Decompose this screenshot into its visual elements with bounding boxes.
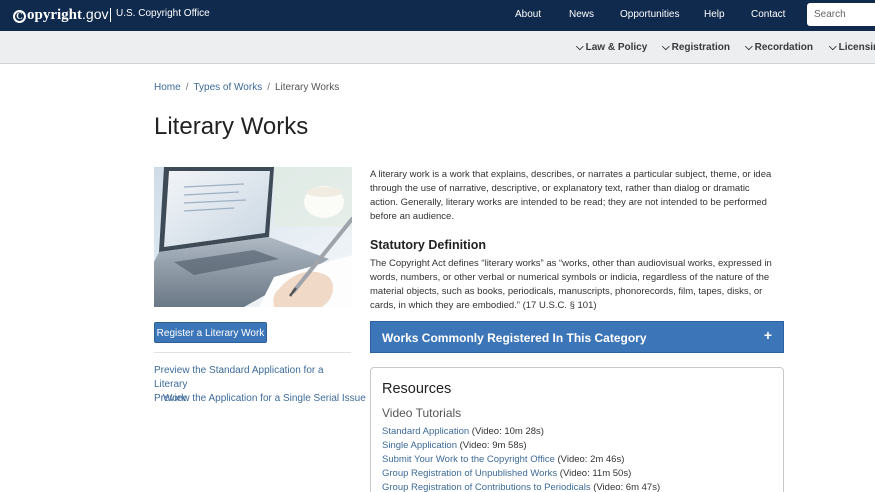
video-link[interactable]: Submit Your Work to the Copyright Office: [382, 454, 555, 465]
video-duration: (Video: 11m 50s): [557, 468, 632, 479]
video-duration: (Video: 9m 58s): [457, 440, 527, 451]
chevron-down-icon: ⌵: [829, 42, 837, 53]
nav-contact[interactable]: Contact: [751, 9, 785, 21]
subnav-label: Registration: [671, 42, 730, 53]
list-item: Group Registration of Unpublished Works …: [382, 468, 631, 480]
accordion-label: Works Commonly Registered In This Catego…: [382, 331, 647, 345]
breadcrumb-separator: /: [267, 82, 270, 93]
video-link[interactable]: Group Registration of Unpublished Works: [382, 468, 557, 479]
copyright-gov-logo[interactable]: Copyright.gov: [13, 6, 108, 23]
nav-news[interactable]: News: [569, 9, 594, 21]
page-title: Literary Works: [154, 113, 309, 140]
logo-divider: [110, 8, 111, 22]
video-duration: (Video: 2m 46s): [554, 454, 625, 465]
statutory-definition-heading: Statutory Definition: [370, 238, 486, 252]
chevron-down-icon: ⌵: [576, 42, 584, 53]
breadcrumb-separator: /: [185, 82, 189, 93]
subnav-recordation[interactable]: ⌵ Recordation: [745, 42, 813, 54]
subnav-label: Law & Policy: [585, 42, 648, 53]
intro-paragraph: A literary work is a work that explains,…: [370, 169, 772, 222]
chevron-down-icon: ⌵: [662, 42, 670, 53]
logo-text: opyright: [27, 7, 83, 23]
subnav-label: Recordation: [754, 42, 813, 53]
list-item: Standard Application (Video: 10m 28s): [382, 426, 544, 438]
plus-icon: +: [763, 327, 772, 343]
nav-about[interactable]: About: [515, 9, 541, 21]
copyright-c-icon: C: [13, 10, 26, 23]
top-navbar: Copyright.gov U.S. Copyright Office Abou…: [0, 0, 875, 31]
subnav-licensing[interactable]: ⌵Licensing: [829, 42, 875, 54]
breadcrumb-current: Literary Works: [274, 82, 340, 93]
divider: [154, 352, 351, 353]
register-literary-work-button[interactable]: Register a Literary Work: [154, 322, 267, 343]
list-item: Single Application (Video: 9m 58s): [382, 440, 527, 452]
nav-help[interactable]: Help: [704, 9, 725, 21]
video-duration: (Video: 10m 28s): [469, 426, 544, 437]
preview-single-serial-link[interactable]: Preview the Application for a Single Ser…: [154, 392, 366, 406]
office-name[interactable]: U.S. Copyright Office: [116, 8, 210, 20]
search-input[interactable]: [807, 3, 875, 26]
logo-gov-text: .gov: [82, 6, 109, 22]
video-link[interactable]: Group Registration of Contributions to P…: [382, 482, 591, 492]
breadcrumb-types-of-works[interactable]: Types of Works: [193, 82, 262, 93]
resources-card: Resources Video Tutorials Standard Appli…: [370, 367, 784, 492]
video-link[interactable]: Single Application: [382, 440, 457, 451]
secondary-navbar: ⌵ Law & Policy ⌵ Registration ⌵ Recordation…: [0, 31, 875, 64]
breadcrumb: Home / Types of Works / Literary Works: [154, 82, 339, 94]
breadcrumb-home[interactable]: Home: [154, 82, 181, 93]
works-category-accordion[interactable]: Works Commonly Registered In This Catego…: [370, 321, 784, 353]
hero-image: [154, 167, 352, 307]
subnav-label: Licensing: [838, 42, 875, 53]
video-tutorials-heading: Video Tutorials: [382, 406, 462, 420]
statutory-definition-text: The Copyright Act defines “literary work…: [370, 258, 772, 311]
search-box: [807, 3, 875, 26]
list-item: Group Registration of Contributions to P…: [382, 482, 660, 492]
link-text: Preview the Standard Application for a L…: [154, 365, 324, 390]
list-item: Submit Your Work to the Copyright Office…: [382, 454, 624, 466]
chevron-down-icon: ⌵: [745, 42, 753, 53]
subnav-law-policy[interactable]: ⌵ Law & Policy: [576, 42, 647, 54]
laptop-writing-photo-icon: [154, 167, 352, 307]
video-link[interactable]: Standard Application: [382, 426, 469, 437]
nav-opportunities[interactable]: Opportunities: [620, 9, 679, 21]
resources-title: Resources: [382, 381, 452, 397]
video-duration: (Video: 6m 47s): [590, 482, 661, 492]
subnav-registration[interactable]: ⌵ Registration: [662, 42, 730, 54]
